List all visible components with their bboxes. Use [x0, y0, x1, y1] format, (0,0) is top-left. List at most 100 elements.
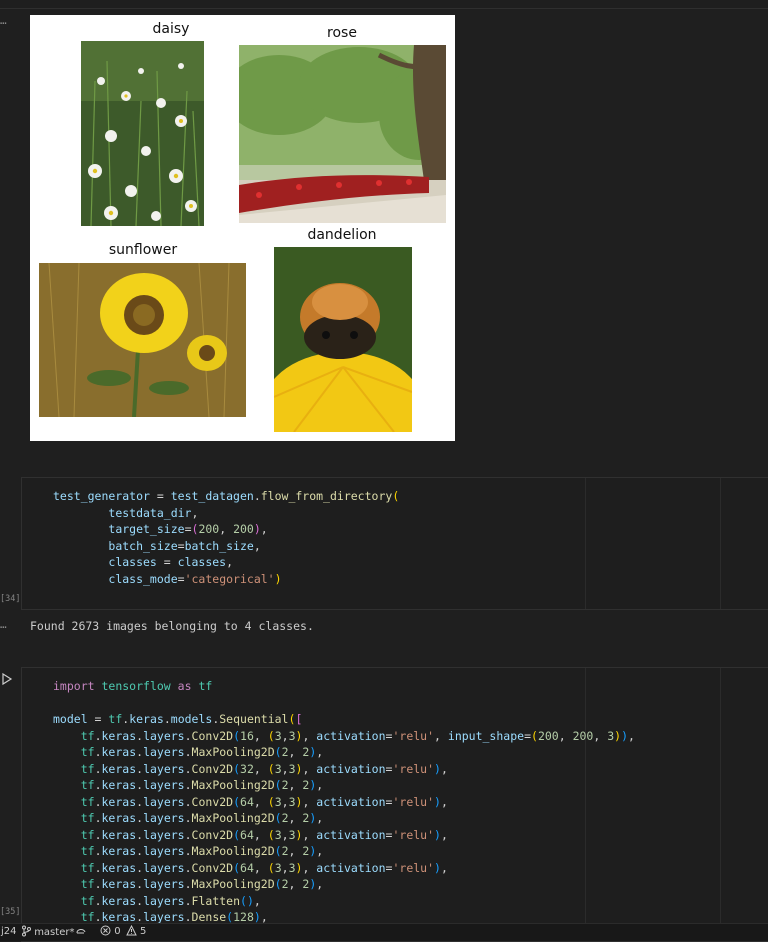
- code-token: (: [240, 893, 247, 908]
- code-token: 3: [288, 860, 296, 875]
- code-token: .: [184, 778, 192, 792]
- code-line: tf.keras.layers.MaxPooling2D(2, 2),: [53, 810, 323, 826]
- code-token: ,: [440, 794, 448, 809]
- code-token: (: [274, 778, 282, 792]
- ruler-guide: [585, 478, 586, 609]
- warning-icon: [125, 924, 137, 936]
- code-token: (: [233, 827, 241, 842]
- code-token: class_mode: [108, 571, 178, 586]
- code-token: .: [184, 860, 192, 875]
- code-token: layers: [143, 877, 185, 891]
- code-token: keras: [101, 860, 137, 875]
- code-token: ,: [281, 728, 289, 743]
- code-line: tf.keras.layers.MaxPooling2D(2, 2),: [53, 744, 323, 760]
- code-token: ,: [191, 505, 199, 520]
- ruler-guide: [585, 668, 586, 941]
- code-token: ,: [219, 522, 234, 536]
- sunflower-image: [39, 263, 246, 417]
- code-cell-34[interactable]: test_generator = test_datagen.flow_from_…: [21, 477, 768, 610]
- code-token: keras: [101, 811, 137, 825]
- code-token: MaxPooling2D: [191, 877, 275, 891]
- code-token: 32: [240, 761, 254, 776]
- code-token: keras: [101, 794, 137, 809]
- code-token: tf: [80, 893, 95, 908]
- output-menu-ellipsis[interactable]: …: [0, 618, 7, 631]
- code-token: Conv2D: [191, 728, 234, 743]
- code-token: 3: [288, 728, 296, 743]
- code-token: MaxPooling2D: [191, 745, 275, 759]
- code-token: ,: [281, 761, 289, 776]
- code-token: MaxPooling2D: [191, 844, 275, 858]
- code-line: tf.keras.layers.MaxPooling2D(2, 2),: [53, 843, 323, 859]
- code-token: (: [274, 811, 282, 825]
- code-token: activation: [316, 761, 386, 776]
- code-token: .: [94, 794, 102, 809]
- code-token: =: [524, 728, 531, 743]
- code-token: 'relu': [392, 761, 435, 776]
- code-token: .: [94, 761, 102, 776]
- code-token: (: [233, 860, 241, 875]
- code-cell-35[interactable]: import tensorflow as tf model = tf.keras.…: [21, 667, 768, 942]
- code-token: 3: [288, 827, 296, 842]
- code-token: tf: [80, 778, 95, 792]
- code-token: ,: [253, 728, 268, 743]
- code-token: .: [94, 745, 102, 759]
- code-token: tf: [80, 745, 95, 759]
- git-branch-icon: [22, 925, 31, 937]
- branch-name: master*: [34, 927, 75, 938]
- code-token: keras: [101, 778, 137, 792]
- code-token: MaxPooling2D: [191, 778, 275, 792]
- run-cell-button[interactable]: [0, 672, 14, 686]
- code-line: tf.keras.layers.Conv2D(64, (3,3), activa…: [53, 794, 448, 810]
- source-control-branch[interactable]: master*: [21, 925, 74, 938]
- code-token: 'relu': [392, 728, 435, 743]
- code-token: 64: [240, 827, 254, 842]
- code-token: keras: [101, 745, 137, 759]
- code-line: tf.keras.layers.MaxPooling2D(2, 2),: [53, 777, 323, 793]
- code-line: tf.keras.layers.Conv2D(64, (3,3), activa…: [53, 860, 448, 876]
- code-token: keras: [101, 761, 137, 776]
- problems-indicator[interactable]: 0 5: [100, 924, 146, 937]
- code-line: batch_size=batch_size,: [53, 538, 260, 554]
- code-token: ): [434, 827, 441, 842]
- code-token: import: [53, 679, 95, 693]
- code-token: test_generator: [53, 489, 150, 503]
- code-token: test_datagen: [170, 489, 254, 503]
- code-token: layers: [143, 794, 185, 809]
- subplot-title-dandelion: dandelion: [307, 227, 377, 243]
- code-token: .: [94, 811, 102, 825]
- sync-icon[interactable]: [75, 925, 87, 940]
- code-token: ,: [281, 827, 289, 842]
- code-token: 200: [198, 522, 220, 536]
- code-token: layers: [143, 860, 185, 875]
- code-token: .: [184, 745, 192, 759]
- error-count: 0: [114, 926, 121, 937]
- code-token: ,: [302, 794, 317, 809]
- code-line: class_mode='categorical'): [53, 571, 281, 587]
- output-menu-ellipsis[interactable]: …: [0, 14, 7, 27]
- code-token: layers: [143, 844, 185, 858]
- subplot-title-daisy: daisy: [152, 21, 190, 37]
- code-token: Sequential: [219, 712, 289, 726]
- code-token: (: [267, 827, 275, 842]
- code-token: keras: [101, 910, 137, 924]
- code-token: ,: [253, 794, 268, 809]
- code-token: as: [177, 679, 192, 693]
- code-token: .: [94, 827, 102, 842]
- code-token: activation: [316, 728, 386, 743]
- code-token: ,: [288, 877, 303, 891]
- code-token: ,: [558, 728, 573, 743]
- code-token: ): [253, 522, 261, 536]
- code-line: testdata_dir,: [53, 505, 198, 521]
- code-token: .: [163, 712, 171, 726]
- code-token: (: [274, 844, 282, 858]
- code-token: tf: [80, 794, 95, 809]
